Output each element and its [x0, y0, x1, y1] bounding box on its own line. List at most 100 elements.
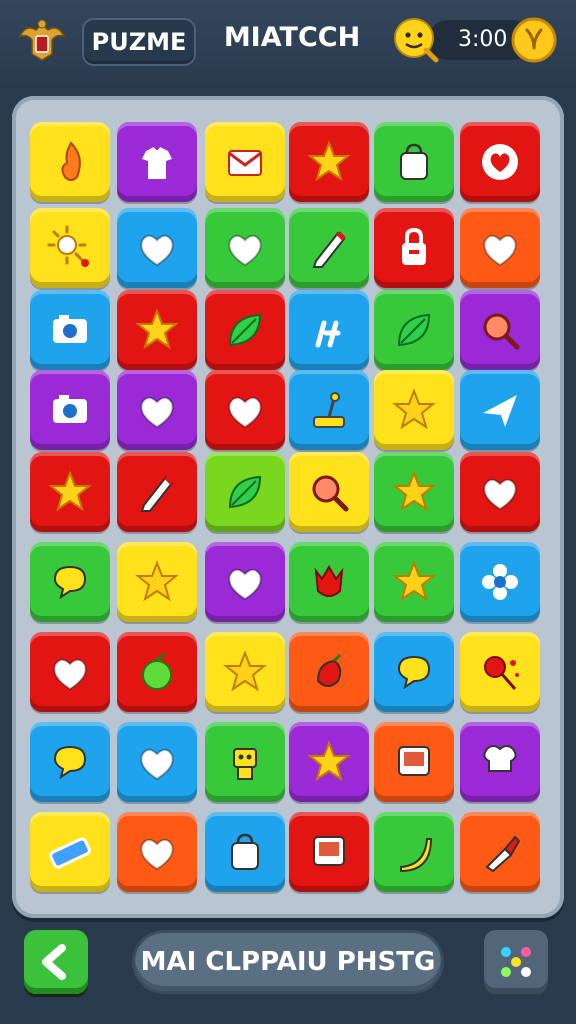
game-tile[interactable]	[460, 632, 540, 712]
heart-badge-icon	[482, 144, 518, 180]
leaf-icon	[228, 313, 262, 347]
game-tile[interactable]	[117, 290, 197, 370]
game-tile[interactable]	[205, 632, 285, 712]
chef-hat-icon	[483, 745, 517, 772]
game-tile[interactable]	[374, 812, 454, 892]
game-tile[interactable]	[117, 122, 197, 202]
game-tile[interactable]	[460, 122, 540, 202]
game-tile[interactable]	[117, 632, 197, 712]
game-tile[interactable]	[374, 290, 454, 370]
game-tile[interactable]	[30, 812, 110, 892]
leaf-icon	[228, 475, 262, 509]
camera-icon	[53, 395, 87, 423]
star-icon	[392, 560, 436, 602]
tv-icon	[398, 746, 430, 776]
star-icon	[48, 470, 92, 512]
game-tile[interactable]	[460, 452, 540, 532]
game-tile[interactable]	[460, 370, 540, 450]
bag-icon	[231, 833, 259, 870]
main-action-button[interactable]: MAI CLPPAIU PHSTG	[132, 930, 444, 994]
game-tile[interactable]	[374, 370, 454, 450]
game-tile[interactable]	[374, 722, 454, 802]
coin-icon	[511, 17, 557, 63]
heart-icon	[228, 568, 262, 601]
game-tile[interactable]	[117, 542, 197, 622]
star-icon	[307, 740, 351, 782]
menu-button[interactable]	[484, 930, 548, 994]
level-label[interactable]: PUZME	[82, 18, 196, 66]
game-tile[interactable]	[460, 542, 540, 622]
banana-icon	[400, 838, 433, 873]
star-icon	[135, 560, 179, 602]
top-bar: PUZME MIATCCH 3:00	[0, 0, 576, 86]
game-tile[interactable]	[205, 208, 285, 288]
game-tile[interactable]	[117, 722, 197, 802]
game-tile[interactable]	[30, 208, 110, 288]
game-tile[interactable]	[289, 452, 369, 532]
game-tile[interactable]	[460, 208, 540, 288]
smiley-face-icon[interactable]	[392, 16, 440, 64]
bag-icon	[400, 143, 428, 180]
game-tile[interactable]	[460, 722, 540, 802]
game-tile[interactable]	[374, 542, 454, 622]
game-tile[interactable]	[30, 722, 110, 802]
camera-icon	[53, 315, 87, 343]
heart-icon	[53, 658, 87, 691]
game-tile[interactable]	[117, 208, 197, 288]
heart-icon	[140, 748, 174, 781]
game-tile[interactable]	[289, 290, 369, 370]
game-tile[interactable]	[117, 370, 197, 450]
game-tile[interactable]	[205, 370, 285, 450]
game-tile[interactable]	[460, 812, 540, 892]
envelope-icon	[228, 150, 262, 176]
game-tile[interactable]	[374, 208, 454, 288]
leaf-icon	[397, 313, 431, 347]
game-tile[interactable]	[374, 632, 454, 712]
lock-icon	[402, 227, 426, 265]
game-tile[interactable]	[30, 290, 110, 370]
flame-icon	[61, 141, 81, 181]
game-tile[interactable]	[117, 812, 197, 892]
heart-icon	[483, 478, 517, 511]
game-tile[interactable]	[289, 722, 369, 802]
bubble-icon	[397, 655, 431, 690]
heart-icon	[228, 234, 262, 267]
game-tile[interactable]	[460, 290, 540, 370]
game-title: MIATCCH	[223, 22, 361, 53]
game-tile[interactable]	[374, 452, 454, 532]
game-tile[interactable]	[205, 290, 285, 370]
game-tile[interactable]	[205, 542, 285, 622]
eagle-emblem-icon	[18, 19, 66, 61]
game-tile[interactable]	[289, 122, 369, 202]
game-tile[interactable]	[289, 370, 369, 450]
back-button[interactable]	[24, 930, 88, 994]
game-tile[interactable]	[374, 122, 454, 202]
game-tile[interactable]	[30, 370, 110, 450]
game-tile[interactable]	[205, 452, 285, 532]
game-tile[interactable]	[30, 122, 110, 202]
tool-icon	[315, 320, 341, 348]
bubble-icon	[53, 565, 87, 600]
pencil-icon	[312, 231, 346, 268]
heart-icon	[140, 234, 174, 267]
heart-icon	[483, 234, 517, 267]
game-tile[interactable]	[289, 542, 369, 622]
game-tile[interactable]	[289, 812, 369, 892]
brush-icon	[485, 835, 521, 873]
star-icon	[392, 388, 436, 430]
dots-menu-icon	[501, 947, 531, 977]
game-tile[interactable]	[117, 452, 197, 532]
bubble-icon	[53, 745, 87, 780]
back-arrow-icon	[42, 944, 66, 980]
magnifier-icon	[312, 475, 349, 512]
game-tile[interactable]	[30, 632, 110, 712]
ticket-icon	[49, 837, 91, 869]
game-tile[interactable]	[30, 452, 110, 532]
game-tile[interactable]	[289, 208, 369, 288]
game-tile[interactable]	[289, 632, 369, 712]
heart-icon	[140, 396, 174, 429]
game-tile[interactable]	[30, 542, 110, 622]
game-tile[interactable]	[205, 722, 285, 802]
game-tile[interactable]	[205, 812, 285, 892]
game-tile[interactable]	[205, 122, 285, 202]
